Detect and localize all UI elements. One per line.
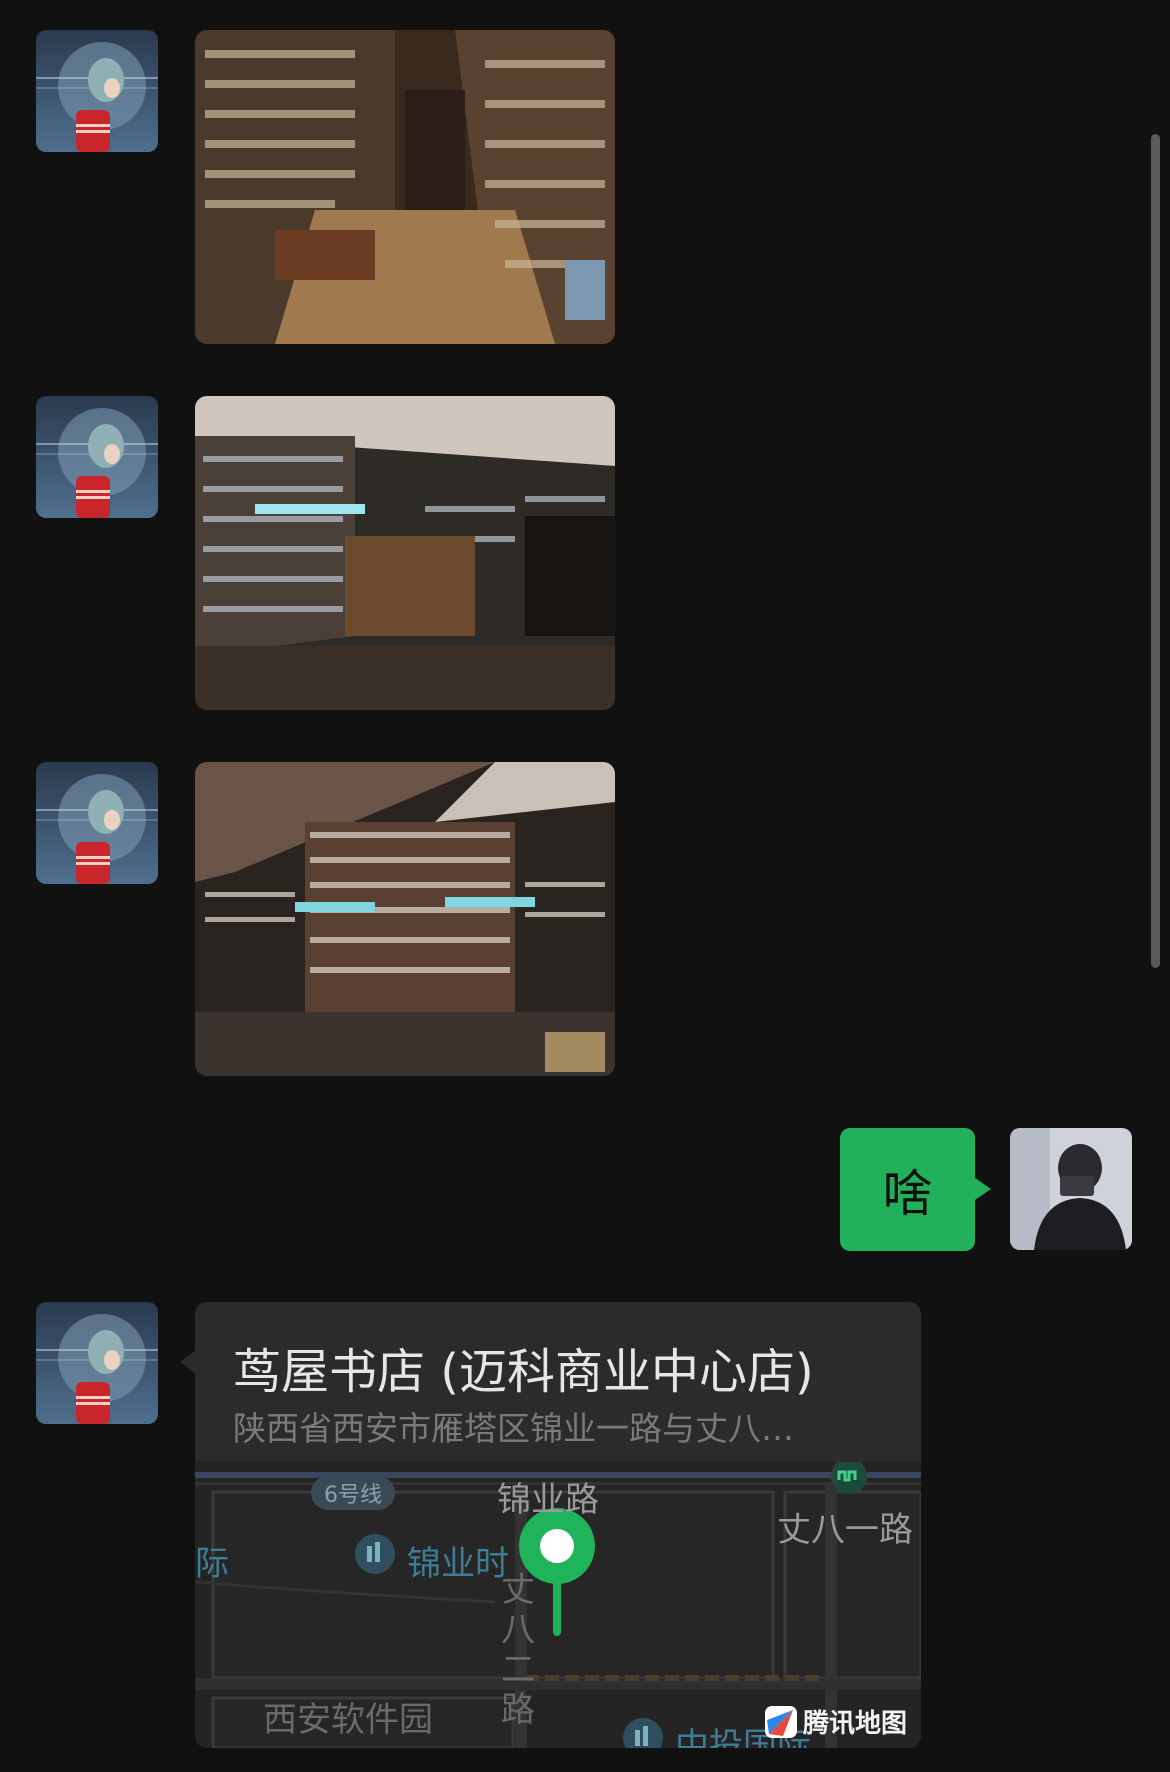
contact-avatar[interactable] xyxy=(36,30,158,152)
map-credit: 腾讯地图 xyxy=(764,1703,907,1740)
scrollbar[interactable] xyxy=(1151,134,1160,968)
location-bubble-tail xyxy=(180,1350,196,1374)
self-avatar[interactable] xyxy=(1010,1128,1132,1250)
chat-window: 啥 茑屋书店 (迈科商业中心店) 陕西省西安市雁塔区锦业一路与丈八… 6号线 锦… xyxy=(0,0,1170,1772)
map-road-label-vertical: 丈八二路 xyxy=(501,1570,535,1730)
contact-avatar[interactable] xyxy=(36,1302,158,1424)
bookstore-photo-3[interactable] xyxy=(195,762,615,1076)
map-credit-text: 腾讯地图 xyxy=(802,1709,907,1739)
map-poi-label: 西安软件园 xyxy=(263,1700,433,1740)
location-card[interactable]: 茑屋书店 (迈科商业中心店) 陕西省西安市雁塔区锦业一路与丈八… 6号线 锦业路… xyxy=(195,1302,921,1748)
metro-line-badge: 6号线 xyxy=(311,1476,395,1510)
location-name: 茑屋书店 (迈科商业中心店) xyxy=(233,1344,814,1400)
outgoing-message-text: 啥 xyxy=(882,1164,933,1223)
bookstore-photo-2[interactable] xyxy=(195,396,615,710)
map-poi-label: 际 xyxy=(195,1544,229,1584)
bookstore-photo-1[interactable] xyxy=(195,30,615,344)
map-road-label: 锦业路 xyxy=(497,1480,599,1520)
map-road-label: 丈八一路 xyxy=(777,1510,913,1550)
location-address: 陕西省西安市雁塔区锦业一路与丈八… xyxy=(233,1409,794,1448)
outgoing-message-bubble[interactable]: 啥 xyxy=(840,1128,991,1251)
location-map[interactable]: 6号线 锦业路 丈八一路 际 锦业时 丈八二路 西安软件园 中投国际 腾讯地图 xyxy=(195,1462,921,1748)
contact-avatar[interactable] xyxy=(36,762,158,884)
contact-avatar[interactable] xyxy=(36,396,158,518)
tencent-map-logo-icon xyxy=(764,1705,797,1738)
map-poi-label: 锦业时 xyxy=(407,1544,509,1584)
